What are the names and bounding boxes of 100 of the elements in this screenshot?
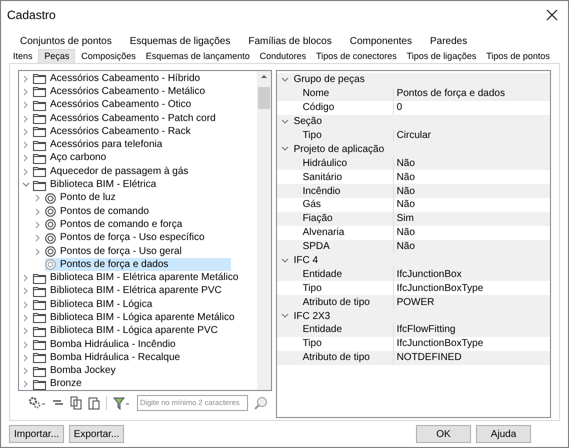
close-icon[interactable] — [546, 9, 558, 21]
dialog-button[interactable]: Importar... — [9, 425, 64, 443]
tab[interactable]: Tipos de conectores — [312, 49, 401, 63]
tree-item[interactable]: Acessórios Cabeamento - Rack — [33, 125, 195, 138]
property-name: Tipo — [302, 282, 322, 296]
property-value: IfcJunctionBoxType — [396, 282, 484, 296]
scrollbar[interactable] — [256, 71, 271, 390]
tab[interactable]: Tipos de ligações — [402, 49, 480, 63]
chevron-right-icon[interactable] — [21, 340, 30, 350]
tree-item[interactable]: Acessórios Cabeamento - Híbrido — [33, 72, 204, 86]
tree-item[interactable]: Pontos de comando — [45, 204, 153, 218]
property-value: POWER — [396, 296, 434, 310]
folder-icon — [33, 180, 46, 191]
property-name: Entidade — [302, 268, 342, 282]
property-name: Atributo de tipo — [302, 296, 370, 310]
tree-item[interactable]: Acessórios Cabeamento - Ótico — [33, 98, 196, 112]
chevron-right-icon[interactable] — [33, 206, 42, 217]
chevron-right-icon[interactable] — [21, 153, 30, 164]
folder-icon — [33, 126, 46, 138]
filter-icon[interactable] — [113, 396, 131, 410]
property-value: Não — [396, 170, 415, 185]
tab[interactable]: Famílias de blocos — [239, 33, 341, 49]
tab[interactable]: Peças — [38, 49, 76, 63]
property-value: Não — [396, 226, 415, 240]
group-label: Projeto de aplicação — [294, 142, 384, 157]
tree-item[interactable]: Biblioteca BIM - Lógica aparente PVC — [33, 324, 222, 338]
tree-item[interactable]: Ponto de luz — [45, 192, 120, 205]
chevron-right-icon[interactable] — [21, 114, 30, 124]
folder-icon — [33, 166, 46, 178]
tab[interactable]: Composições — [77, 49, 140, 63]
tree-item[interactable]: Biblioteca BIM - Elétrica — [33, 178, 160, 192]
property-name: Código — [302, 101, 334, 116]
tree-item[interactable]: Pontos de comando e força — [45, 218, 186, 232]
group-label: Grupo de peças — [294, 73, 365, 88]
tree-item[interactable]: Biblioteca BIM - Lógica aparente Metálico — [33, 311, 239, 325]
chevron-right-icon[interactable] — [21, 286, 30, 296]
chevron-right-icon[interactable] — [21, 366, 30, 376]
search-icon[interactable] — [254, 396, 268, 410]
tree-item[interactable]: Biblioteca BIM - Lógica — [33, 298, 156, 312]
tab[interactable]: Itens — [9, 49, 37, 63]
target-icon — [45, 219, 56, 230]
tree-item[interactable]: Bronze — [33, 378, 86, 390]
property-value: Pontos de força e dados — [396, 87, 505, 102]
chevron-right-icon[interactable] — [21, 100, 30, 110]
chevron-right-icon[interactable] — [33, 246, 42, 256]
tree-item[interactable]: Pontos de força e dados — [45, 258, 231, 272]
chevron-right-icon[interactable] — [21, 273, 30, 284]
chevron-right-icon[interactable] — [21, 74, 30, 84]
tab[interactable]: Componentes — [340, 33, 421, 49]
property-value: 0 — [396, 101, 402, 116]
tree-item[interactable]: Aço carbono — [33, 152, 110, 166]
group-label: Seção — [294, 115, 322, 130]
chevron-right-icon[interactable] — [21, 126, 30, 137]
chevron-right-icon[interactable] — [21, 140, 30, 150]
window-title: Cadastro — [7, 7, 56, 24]
property-value: IfcJunctionBox — [396, 268, 462, 282]
tree-item[interactable]: Pontos de força - Uso geral — [45, 244, 186, 258]
chevron-right-icon[interactable] — [21, 312, 30, 323]
tree-item[interactable]: Bomba Jockey — [33, 364, 120, 378]
target-icon — [45, 259, 56, 270]
tree-item[interactable]: Biblioteca BIM - Elétrica aparente PVC — [33, 284, 226, 298]
dialog-button[interactable]: Ajuda — [476, 425, 531, 443]
chevron-right-icon[interactable] — [21, 166, 30, 177]
tree-item[interactable]: Pontos de força - Uso específico — [45, 232, 209, 245]
tree-item[interactable]: Bomba Hidráulica - Incêndio — [33, 338, 180, 352]
tab[interactable]: Condutores — [256, 49, 310, 63]
chevron-right-icon[interactable] — [21, 86, 30, 97]
tab[interactable]: Conjuntos de pontos — [11, 33, 121, 49]
folder-icon — [33, 73, 46, 84]
tree-item[interactable]: Acessórios para telefonia — [33, 138, 166, 152]
chevron-right-icon[interactable] — [21, 379, 30, 390]
chevron-right-icon[interactable] — [33, 193, 42, 204]
tab[interactable]: Esquemas de lançamento — [142, 49, 254, 63]
chevron-right-icon[interactable] — [21, 352, 30, 363]
dialog-button[interactable]: Exportar... — [69, 425, 124, 443]
dialog-button[interactable]: OK — [416, 425, 471, 443]
target-icon — [45, 232, 56, 244]
scroll-thumb[interactable] — [258, 87, 270, 109]
copy-icon[interactable] — [70, 396, 82, 410]
paste-icon[interactable] — [88, 396, 100, 410]
property-value: Não — [396, 184, 415, 199]
chevron-right-icon[interactable] — [21, 326, 30, 336]
tab[interactable]: Esquemas de ligações — [120, 33, 240, 49]
tree-item[interactable]: Bomba Hidráulica - Recalque — [33, 351, 184, 365]
property-name: Nome — [302, 87, 330, 102]
property-name: Tipo — [302, 129, 322, 144]
folder-icon — [33, 299, 46, 310]
tree-item[interactable]: Acessórios Cabeamento - Patch cord — [33, 112, 220, 126]
tab[interactable]: Tipos de pontos — [482, 49, 554, 63]
tree-item[interactable]: Acessórios Cabeamento - Metálico — [33, 85, 210, 99]
chevron-right-icon[interactable] — [33, 233, 42, 244]
property-value: Sim — [396, 212, 414, 226]
folder-icon — [33, 286, 46, 297]
chevron-right-icon[interactable] — [21, 300, 30, 310]
tree-item[interactable]: Aquecedor de passagem à gás — [33, 165, 192, 178]
chevron-right-icon[interactable] — [33, 220, 42, 230]
folder-icon — [33, 339, 46, 350]
tree-item[interactable]: Biblioteca BIM - Elétrica aparente Metálico — [33, 271, 242, 285]
tab[interactable]: Paredes — [421, 33, 476, 49]
folder-icon — [33, 113, 46, 124]
